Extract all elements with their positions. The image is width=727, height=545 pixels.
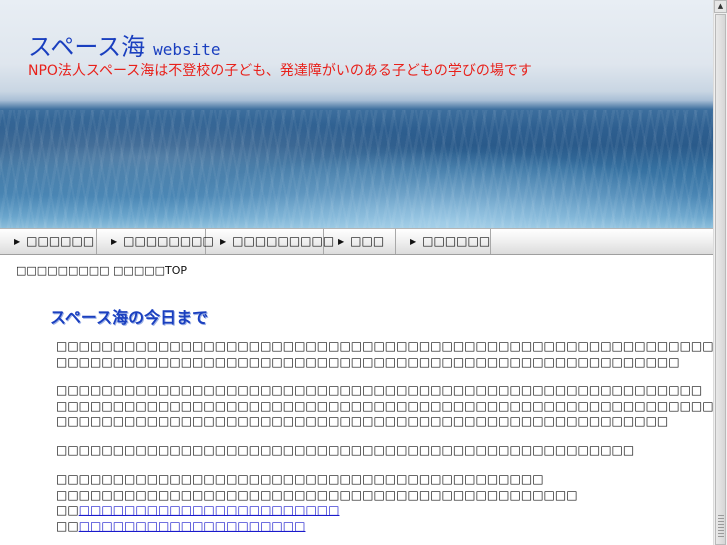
arrow-right-icon: ▶ [14,237,21,246]
scroll-up-button[interactable]: ▲ [714,0,727,13]
paragraph-2: □□□□□□□□□□□□□□□□□□□□□□□□□□□□□□□□□□□□□□□□… [56,383,713,430]
nav-item-label: □□□ [350,234,385,248]
arrow-right-icon: ▶ [111,237,118,246]
nav-item-5[interactable]: ▶ □□□□□□ [396,229,491,254]
site-title[interactable]: スペース海 website [28,27,221,62]
sea-image [0,110,713,228]
nav-item-label: □□□□□□ [26,234,95,248]
content-link-1[interactable]: □□□□□□□□□□□□□□□□□□□□□□□ [79,503,340,517]
text-line: □□□□□□□□□□□□□□□□□□□□□□□□□□□□□□□□□□□□□□□□… [56,487,578,502]
arrow-right-icon: ▶ [220,237,227,246]
arrow-right-icon: ▶ [410,237,417,246]
page: スペース海 website NPO法人スペース海は不登校の子ども、発達障がいのある… [0,0,713,545]
nav-item-3[interactable]: ▶ □□□□□□□□□ [206,229,334,254]
breadcrumb: □□□□□□□□□ □□□□□TOP [16,264,188,277]
link-line-1: □□□□□□□□□□□□□□□□□□□□□□□□□ [56,503,578,519]
text-line: □□□□□□□□□□□□□□□□□□□□□□□□□□□□□□□□□□□□□□□□… [56,354,680,369]
site-title-ja: スペース海 [28,33,146,61]
content-link-2[interactable]: □□□□□□□□□□□□□□□□□□□□ [79,519,306,533]
nav-item-2[interactable]: ▶ □□□□□□□□ [97,229,214,254]
nav-item-label: □□□□□□□□ [123,234,214,248]
link-prefix: □□ [56,503,79,517]
paragraph-3: □□□□□□□□□□□□□□□□□□□□□□□□□□□□□□□□□□□□□□□□… [56,443,634,459]
text-line: □□□□□□□□□□□□□□□□□□□□□□□□□□□□□□□□□□□□□□□□… [56,443,635,457]
text-line: □□□□□□□□□□□□□□□□□□□□□□□□□□□□□□□□□□□□□□□□… [56,472,544,486]
grip-icon [718,515,724,537]
arrow-right-icon: ▶ [338,237,345,246]
main-nav: ▶ □□□□□□ ▶ □□□□□□□□ ▶ □□□□□□□□□ ▶ □□□ ▶ □□□□□… [0,228,713,255]
link-line-2: □□□□□□□□□□□□□□□□□□□□□□ [56,519,578,535]
text-line: □□□□□□□□□□□□□□□□□□□□□□□□□□□□□□□□□□□□□□□□… [56,414,669,428]
paragraph-4: □□□□□□□□□□□□□□□□□□□□□□□□□□□□□□□□□□□□□□□□… [56,472,578,534]
nav-item-label: □□□□□□ [422,234,491,248]
tagline: NPO法人スペース海は不登校の子ども、発達障がいのある子どもの学びの場です [28,63,532,79]
scroll-thumb[interactable] [715,14,726,545]
link-prefix: □□ [56,518,79,533]
nav-item-4[interactable]: ▶ □□□ [324,229,396,254]
page-title: スペース海の今日まで [50,308,209,327]
site-title-en: website [153,40,221,59]
text-line: □□□□□□□□□□□□□□□□□□□□□□□□□□□□□□□□□□□□□□□□… [56,398,713,413]
text-line: □□□□□□□□□□□□□□□□□□□□□□□□□□□□□□□□□□□□□□□□… [56,383,703,397]
paragraph-1: □□□□□□□□□□□□□□□□□□□□□□□□□□□□□□□□□□□□□□□□… [56,339,713,370]
header-banner: スペース海 website NPO法人スペース海は不登校の子ども、発達障がいのある… [0,0,713,228]
text-line: □□□□□□□□□□□□□□□□□□□□□□□□□□□□□□□□□□□□□□□□… [56,339,713,353]
nav-item-1[interactable]: ▶ □□□□□□ [0,229,97,254]
vertical-scrollbar[interactable]: ▲ [713,0,727,545]
nav-item-label: □□□□□□□□□ [232,234,335,248]
